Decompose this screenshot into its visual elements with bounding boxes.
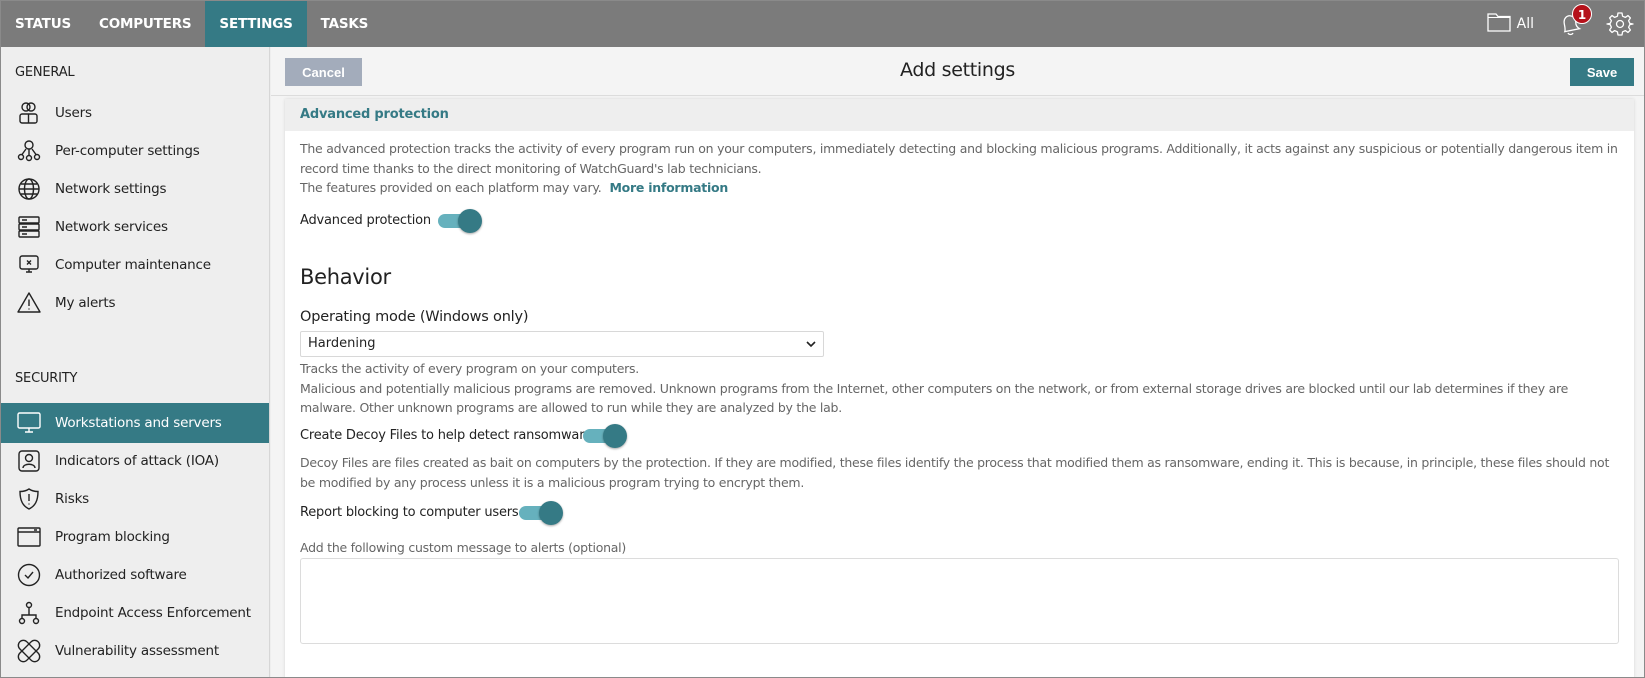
sidebar-item-per-computer-settings[interactable]: Per-computer settings [1, 131, 269, 171]
tab-computers[interactable]: COMPUTERS [85, 1, 205, 47]
monitor-icon [17, 411, 41, 435]
sidebar-item-label: My alerts [55, 295, 116, 311]
person-badge-icon [17, 449, 41, 473]
toggle-knob [603, 424, 627, 448]
tab-settings[interactable]: SETTINGS [205, 1, 307, 47]
globe-icon [17, 177, 41, 201]
check-circle-icon [17, 563, 41, 587]
network-tree-icon [17, 601, 41, 625]
sidebar-item-network-settings[interactable]: Network settings [1, 169, 269, 209]
sidebar-section-general: GENERAL [15, 65, 75, 80]
top-nav: STATUS COMPUTERS SETTINGS TASKS [1, 1, 1644, 47]
decoy-files-label: Create Decoy Files to help detect ransom… [300, 428, 592, 443]
sidebar-item-label: Authorized software [55, 567, 187, 583]
sidebar-item-indicators-of-attack[interactable]: Indicators of attack (IOA) [1, 441, 269, 481]
main-content: Cancel Add settings Save Advanced protec… [271, 47, 1644, 677]
tab-tasks[interactable]: TASKS [307, 1, 383, 47]
bell-icon [1556, 15, 1584, 42]
toggle-knob [539, 501, 563, 525]
shield-alert-icon [17, 487, 41, 511]
sidebar-section-security: SECURITY [15, 371, 78, 386]
notifications-button[interactable]: 1 [1556, 4, 1592, 38]
sidebar-item-label: Endpoint Access Enforcement [55, 605, 251, 621]
folder-icon [1486, 12, 1511, 36]
folder-filter-button[interactable]: All [1486, 12, 1534, 36]
sidebar-item-label: Program blocking [55, 529, 170, 545]
sidebar-item-label: Per-computer settings [55, 143, 200, 159]
operating-mode-description: Tracks the activity of every program on … [300, 359, 1619, 418]
gear-icon [1606, 12, 1634, 42]
sidebar-item-label: Users [55, 105, 92, 121]
sidebar-item-program-blocking[interactable]: Program blocking [1, 517, 269, 557]
hierarchy-icon [17, 139, 41, 163]
custom-message-label: Add the following custom message to aler… [300, 540, 627, 555]
sidebar-item-label: Indicators of attack (IOA) [55, 453, 219, 469]
mode-desc-line-1: Tracks the activity of every program on … [300, 361, 640, 376]
more-information-link[interactable]: More information [609, 180, 728, 195]
sidebar-item-label: Workstations and servers [55, 415, 222, 431]
top-right-tools: All 1 [1486, 1, 1634, 47]
window-icon [17, 525, 41, 549]
sidebar-item-workstations-and-servers[interactable]: Workstations and servers [1, 403, 269, 443]
warning-icon [17, 291, 41, 315]
sidebar-item-users[interactable]: Users [1, 93, 269, 133]
report-blocking-label: Report blocking to computer users [300, 505, 519, 520]
save-button[interactable]: Save [1570, 58, 1634, 86]
decoy-files-description: Decoy Files are files created as bait on… [300, 455, 1610, 490]
bandage-icon [17, 639, 41, 663]
sidebar-item-label: Risks [55, 491, 90, 507]
mode-desc-line-2: Malicious and potentially malicious prog… [300, 380, 1569, 416]
sidebar-item-label: Vulnerability assessment [55, 643, 219, 659]
tab-status[interactable]: STATUS [1, 1, 85, 47]
custom-message-textarea[interactable] [300, 558, 1619, 644]
folder-filter-label: All [1516, 16, 1534, 32]
behavior-heading: Behavior [300, 265, 391, 289]
advanced-protection-panel: Advanced protection The advanced protect… [285, 99, 1634, 677]
sidebar-item-risks[interactable]: Risks [1, 479, 269, 519]
intro-text: The advanced protection tracks the activ… [300, 141, 1618, 176]
panel-title: Advanced protection [285, 99, 1634, 131]
sidebar-item-label: Network settings [55, 181, 167, 197]
sidebar-item-endpoint-access-enforcement[interactable]: Endpoint Access Enforcement [1, 593, 269, 633]
platform-note: The features provided on each platform m… [300, 178, 1619, 198]
top-bar: STATUS COMPUTERS SETTINGS TASKS All 1 [1, 1, 1644, 47]
sidebar-item-vulnerability-assessment[interactable]: Vulnerability assessment [1, 631, 269, 671]
sidebar-item-authorized-software[interactable]: Authorized software [1, 555, 269, 595]
sidebar-item-label: Computer maintenance [55, 257, 211, 273]
users-icon [17, 101, 41, 125]
monitor-x-icon [17, 253, 41, 277]
page-header: Cancel Add settings Save [271, 47, 1644, 96]
sidebar-item-my-alerts[interactable]: My alerts [1, 283, 269, 323]
operating-mode-select[interactable]: Hardening [300, 331, 824, 357]
operating-mode-value: Hardening [308, 336, 376, 351]
sidebar-item-label: Network services [55, 219, 168, 235]
decoy-files-toggle[interactable] [583, 423, 627, 449]
page-title: Add settings [900, 59, 1015, 81]
advanced-protection-toggle[interactable] [438, 208, 482, 234]
intro-description: The advanced protection tracks the activ… [300, 139, 1619, 198]
notification-badge: 1 [1572, 4, 1592, 24]
app-window: STATUS COMPUTERS SETTINGS TASKS All 1 GE… [0, 0, 1645, 678]
sidebar: GENERAL Users Per-computer settings Netw… [1, 47, 270, 677]
settings-gear-button[interactable] [1606, 10, 1634, 38]
server-icon [17, 215, 41, 239]
sidebar-item-network-services[interactable]: Network services [1, 207, 269, 247]
platform-note-text: The features provided on each platform m… [300, 180, 602, 195]
operating-mode-label: Operating mode (Windows only) [300, 309, 529, 325]
advanced-protection-label: Advanced protection [300, 213, 431, 228]
toggle-knob [458, 209, 482, 233]
sidebar-item-computer-maintenance[interactable]: Computer maintenance [1, 245, 269, 285]
report-blocking-toggle[interactable] [519, 500, 563, 526]
